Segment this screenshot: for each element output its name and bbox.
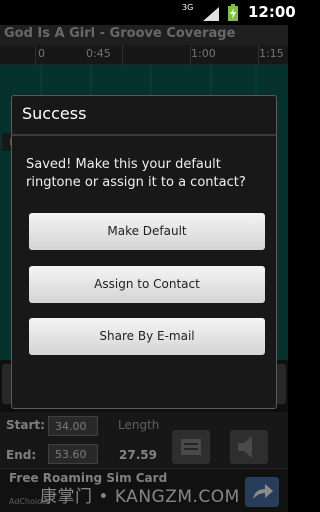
share-by-email-button[interactable]: Share By E-mail	[29, 318, 265, 355]
dialog-title: Success	[22, 104, 87, 123]
signal-icon	[203, 6, 219, 25]
dialog-message: Saved! Make this your default ringtone o…	[26, 157, 246, 190]
assign-to-contact-button[interactable]: Assign to Contact	[29, 266, 265, 303]
make-default-button[interactable]: Make Default	[29, 213, 265, 250]
dialog-divider	[12, 134, 276, 136]
success-dialog: Success Saved! Make this your default ri…	[11, 95, 277, 409]
battery-charging-icon	[228, 4, 238, 25]
status-bar: 3G 12:00	[0, 0, 296, 25]
clock: 12:00	[248, 3, 296, 21]
network-type: 3G	[182, 3, 194, 12]
